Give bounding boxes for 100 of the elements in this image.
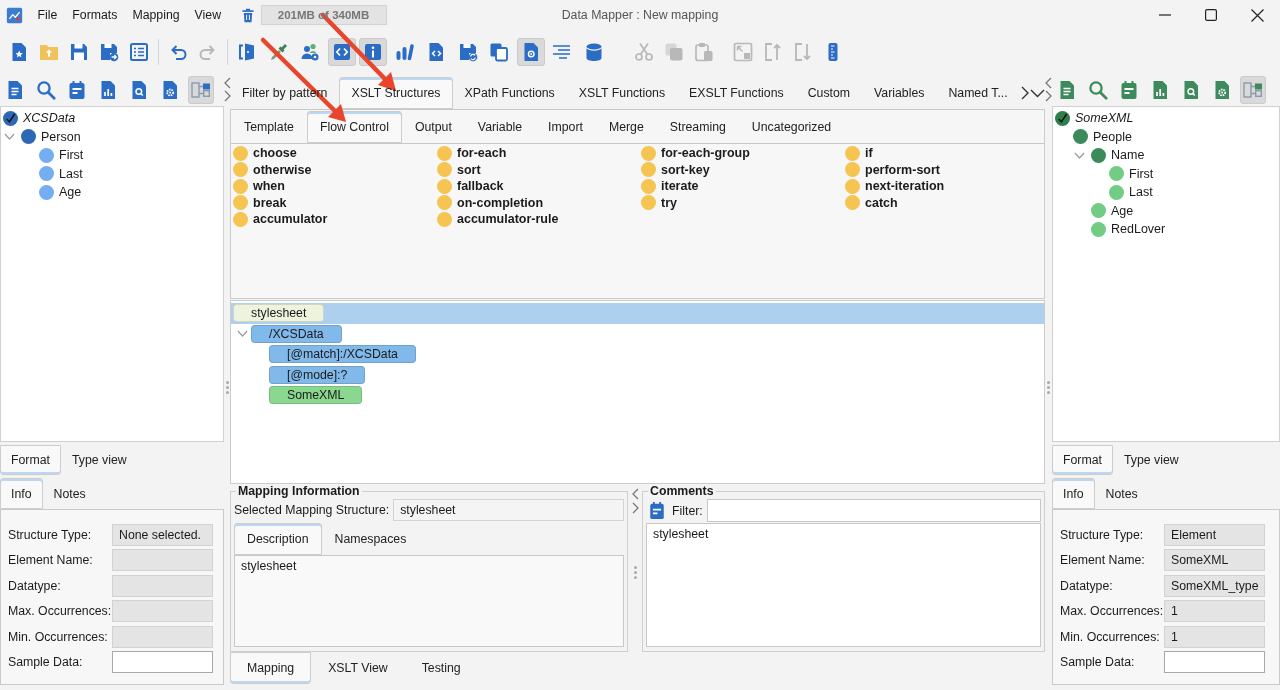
text-field[interactable]: Element [1164, 523, 1265, 546]
tab[interactable]: Import [535, 111, 596, 143]
tab[interactable]: Template [231, 111, 307, 143]
dot-icon [437, 211, 452, 227]
palette-item[interactable]: for-each-group [641, 145, 750, 162]
tab[interactable]: Output [401, 111, 465, 143]
palette-item[interactable]: sort [437, 161, 481, 178]
tab[interactable]: Flow Control [306, 111, 402, 143]
tab[interactable]: Uncategorized [738, 111, 845, 143]
tree-item[interactable]: Name [1073, 146, 1148, 165]
tab[interactable]: Named T... [936, 77, 1020, 109]
tree-item[interactable]: Last [1091, 183, 1156, 202]
tab[interactable]: Type view [1112, 445, 1190, 475]
dot-icon [641, 178, 656, 194]
palette-item[interactable]: break [233, 194, 287, 211]
palette-item[interactable]: iterate [641, 178, 699, 195]
palette-item[interactable]: accumulator-rule [437, 211, 559, 228]
text-field[interactable]: stylesheet [393, 499, 624, 521]
tab[interactable]: Mapping [230, 652, 312, 684]
tree-item[interactable]: Person [3, 127, 84, 146]
tree-item[interactable]: Last [21, 164, 86, 183]
resize-icon [733, 42, 753, 62]
text-field[interactable] [112, 574, 213, 597]
paste-icon [694, 42, 714, 62]
toolbar-button[interactable] [327, 38, 356, 66]
save-icon [69, 42, 89, 62]
text-field[interactable]: None selected. [112, 523, 213, 546]
text-field[interactable] [112, 651, 213, 674]
tab[interactable]: Variables [862, 77, 937, 109]
tree-item[interactable]: RedLover [1073, 220, 1169, 239]
tree-node[interactable]: /XCSData [251, 324, 342, 343]
menu-item[interactable]: View [187, 8, 229, 22]
tree-item[interactable]: First [1091, 164, 1157, 183]
text-area[interactable]: stylesheet [234, 555, 624, 647]
tab[interactable]: Format [1052, 445, 1113, 475]
tab[interactable]: Streaming [656, 111, 739, 143]
toolbar-button[interactable] [516, 38, 545, 66]
text-field[interactable] [1164, 651, 1265, 674]
text-field[interactable]: 1 [1164, 600, 1265, 623]
tree-item[interactable]: Age [21, 183, 85, 202]
palette-item[interactable]: for-each [437, 145, 507, 162]
tab[interactable]: Notes [1094, 478, 1149, 509]
toolbar-button[interactable] [188, 76, 214, 104]
tab[interactable]: Format [0, 445, 61, 475]
minimize-icon [1159, 14, 1171, 16]
tab[interactable]: Merge [595, 111, 657, 143]
palette-item[interactable]: when [233, 178, 285, 195]
users-gear-icon [300, 42, 320, 62]
tab[interactable]: EXSLT Functions [677, 77, 796, 109]
tab[interactable]: Notes [42, 478, 97, 509]
tree-node[interactable]: SomeXML [269, 386, 363, 405]
palette-item[interactable]: next-iteration [845, 178, 945, 195]
chevron-left-icon [1045, 77, 1052, 89]
palette-item[interactable]: if [845, 145, 873, 162]
tab[interactable]: Type view [60, 445, 138, 475]
tab[interactable]: Variable [464, 111, 536, 143]
text-field[interactable] [112, 549, 213, 572]
menu-item[interactable]: File [30, 8, 65, 22]
palette-item[interactable]: perform-sort [845, 161, 940, 178]
toolbar-button[interactable] [1240, 76, 1266, 104]
tab[interactable]: XSLT Structures [339, 77, 453, 109]
tree-item[interactable]: People [1055, 127, 1135, 146]
palette-item[interactable]: otherwise [233, 161, 312, 178]
tab[interactable]: XSLT View [311, 652, 405, 684]
text-field[interactable] [112, 600, 213, 623]
window-title: Data Mapper : New mapping [561, 8, 719, 22]
palette-item[interactable]: sort-key [641, 161, 710, 178]
palette-item[interactable]: on-completion [437, 194, 544, 211]
tree-node[interactable]: [@mode]:? [269, 365, 366, 384]
tree-item[interactable]: SomeXML [1055, 109, 1137, 128]
tab[interactable]: XSLT Functions [566, 77, 678, 109]
palette-item[interactable]: try [641, 194, 677, 211]
filter-field[interactable] [706, 499, 1041, 522]
palette-item[interactable]: accumulator [233, 211, 328, 228]
palette-item[interactable]: catch [845, 194, 898, 211]
tab[interactable]: Custom [795, 77, 863, 109]
tab[interactable]: Namespaces [321, 523, 420, 555]
palette-item[interactable]: choose [233, 145, 297, 162]
text-area[interactable]: stylesheet [646, 523, 1041, 647]
text-field[interactable] [112, 625, 213, 648]
dot-icon [641, 145, 656, 161]
tree-node[interactable]: [@match]:/XCSData [269, 345, 416, 364]
text-field[interactable]: SomeXML [1164, 549, 1265, 572]
text-field[interactable]: SomeXML_type [1164, 574, 1265, 597]
app-icon [6, 6, 23, 24]
tree-item[interactable]: Age [1073, 201, 1137, 220]
tab[interactable]: Testing [404, 652, 478, 684]
trash-button[interactable] [240, 7, 255, 23]
menu-item[interactable]: Formats [64, 8, 125, 22]
palette-item[interactable]: fallback [437, 178, 504, 195]
tree-item[interactable]: First [21, 146, 87, 165]
text-field[interactable]: 1 [1164, 625, 1265, 648]
tab[interactable]: Info [1052, 478, 1095, 509]
tab[interactable]: Info [0, 478, 43, 509]
tree-node[interactable]: stylesheet [233, 304, 325, 323]
tree-item[interactable]: XCSData [3, 109, 79, 128]
move-up-icon [763, 42, 783, 62]
menu-item[interactable]: Mapping [124, 8, 188, 22]
tab[interactable]: XPath Functions [452, 77, 567, 109]
tab[interactable]: Description [234, 523, 322, 555]
